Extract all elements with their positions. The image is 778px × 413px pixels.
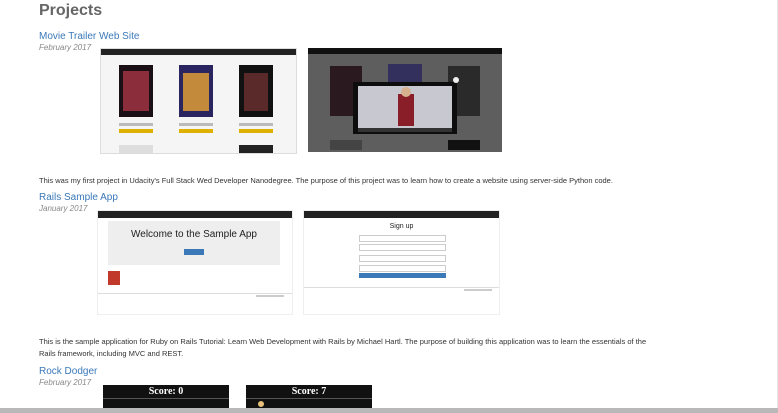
project-date: February 2017 (39, 43, 92, 52)
movie-trailer-screenshot-1[interactable] (100, 48, 297, 154)
project-link-rails-sample-app[interactable]: Rails Sample App (39, 192, 118, 203)
horizontal-scrollbar[interactable] (0, 408, 778, 413)
rails-logo (108, 271, 120, 285)
rails-sample-app-screenshot-2[interactable]: Sign up (303, 210, 500, 315)
signup-now-button (184, 249, 204, 255)
project-link-rock-dodger[interactable]: Rock Dodger (39, 366, 97, 377)
score-label: Score: 7 (291, 386, 327, 397)
page-title: Projects (39, 2, 103, 19)
rock-icon (258, 401, 264, 407)
project-date: February 2017 (39, 378, 92, 387)
rock-dodger-screenshot-1[interactable]: Score: 0 (103, 385, 229, 408)
rock-dodger-screenshot-2[interactable]: Score: 7 (246, 385, 372, 408)
project-description-continued: Rails framework, including MVC and REST. (39, 349, 184, 358)
project-description: This is the sample application for Ruby … (39, 337, 647, 346)
project-description: This was my first project in Udacity's F… (39, 176, 613, 185)
signup-heading: Sign up (389, 223, 414, 230)
project-date: January 2017 (39, 204, 88, 213)
rails-sample-app-screenshot-1[interactable]: Welcome to the Sample App (97, 210, 293, 315)
movie-trailer-screenshot-2[interactable] (308, 48, 502, 152)
welcome-heading: Welcome to the Sample App (131, 229, 257, 240)
score-label: Score: 0 (148, 386, 184, 397)
project-link-movie-trailer[interactable]: Movie Trailer Web Site (39, 31, 139, 42)
